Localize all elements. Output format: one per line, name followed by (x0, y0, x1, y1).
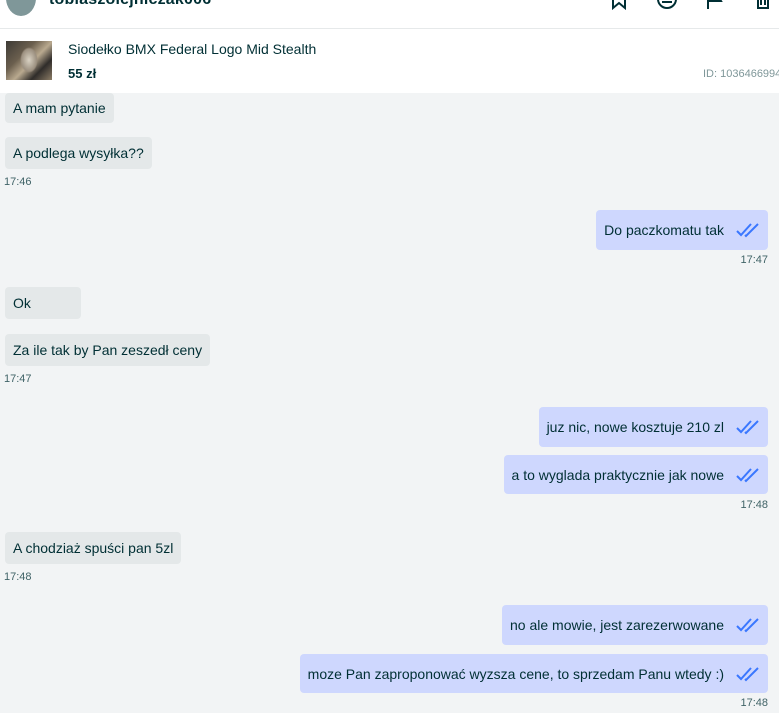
trash-icon[interactable] (752, 0, 774, 10)
message-text: a to wyglada praktycznie jak nowe (511, 466, 724, 483)
message-time: 17:47 (4, 373, 32, 385)
read-receipt-icon (736, 618, 759, 633)
listing-price: 55 zł (68, 66, 97, 81)
message-text: Do paczkomatu tak (604, 222, 724, 238)
listing-summary[interactable]: Siodełko BMX Federal Logo Mid Stealth 55… (0, 30, 779, 93)
outgoing-message: no ale mowie, jest zarezerwowane (502, 605, 768, 645)
username[interactable]: tobiaszolejniczak006 (49, 0, 211, 9)
incoming-message: Ok (5, 287, 81, 319)
outgoing-message: juz nic, nowe kosztuje 210 zl (538, 407, 768, 447)
message-text: A chodziaż spuści pan 5zl (13, 540, 174, 556)
outgoing-message: moze Pan zaproponować wyzsza cene, to sp… (299, 654, 768, 693)
read-receipt-icon (736, 467, 759, 482)
message-time: 17:47 (740, 254, 768, 266)
listing-id: ID: 1036466994 (703, 68, 779, 80)
message-text: moze Pan zaproponować wyzsza cene, to sp… (307, 665, 724, 682)
read-receipt-icon (736, 420, 759, 435)
message-text: A mam pytanie (13, 100, 106, 116)
listing-title[interactable]: Siodełko BMX Federal Logo Mid Stealth (68, 41, 316, 57)
outgoing-message: a to wyglada praktycznie jak nowe (503, 455, 768, 494)
read-receipt-icon (736, 666, 759, 681)
outgoing-message: Do paczkomatu tak (596, 210, 768, 250)
conversation-header: tobiaszolejniczak006 (0, 0, 779, 29)
flag-icon[interactable] (704, 0, 726, 10)
incoming-message: A mam pytanie (5, 93, 114, 123)
incoming-message: A chodziaż spuści pan 5zl (5, 532, 182, 564)
message-text: juz nic, nowe kosztuje 210 zl (546, 419, 724, 435)
read-receipt-icon (736, 223, 759, 238)
message-time: 17:48 (740, 499, 768, 511)
avatar[interactable] (6, 0, 36, 16)
block-icon[interactable] (656, 0, 678, 10)
message-time: 17:48 (740, 697, 768, 709)
message-text: A podlega wysyłka?? (13, 145, 144, 161)
listing-thumbnail[interactable] (6, 41, 52, 80)
message-time: 17:48 (4, 571, 32, 583)
message-text: Za ile tak by Pan zeszedł ceny (13, 342, 203, 358)
incoming-message: A podlega wysyłka?? (5, 137, 152, 169)
message-time: 17:46 (4, 176, 32, 188)
message-text: no ale mowie, jest zarezerwowane (510, 617, 724, 633)
message-thread[interactable]: A mam pytanie A podlega wysyłka?? 17:46 … (0, 93, 779, 713)
incoming-message: Za ile tak by Pan zeszedł ceny (5, 334, 211, 366)
bookmark-icon[interactable] (608, 0, 630, 10)
message-text: Ok (13, 295, 31, 311)
